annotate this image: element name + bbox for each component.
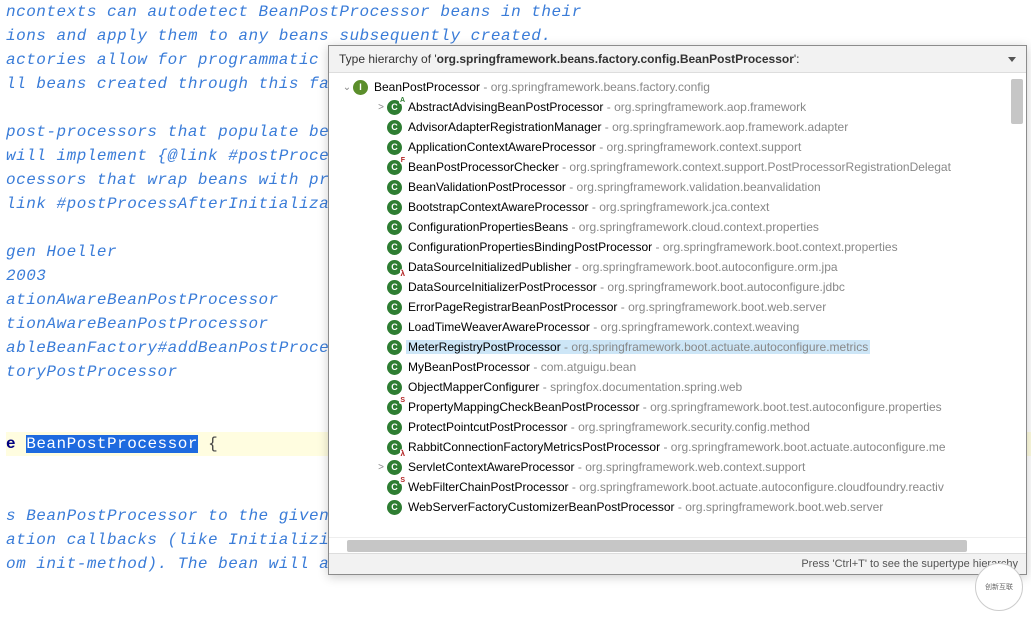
tree-node-label: BeanValidationPostProcessor - org.spring…: [406, 180, 823, 194]
tree-node-label: ObjectMapperConfigurer - springfox.docum…: [406, 380, 744, 394]
class-icon: [387, 400, 402, 415]
tree-item[interactable]: BootstrapContextAwareProcessor - org.spr…: [375, 197, 1026, 217]
tree-node-label: ConfigurationPropertiesBeans - org.sprin…: [406, 220, 821, 234]
class-icon: [387, 160, 402, 175]
class-icon: [387, 180, 402, 195]
expand-arrow-icon[interactable]: ⌄: [341, 82, 353, 93]
class-icon: [387, 480, 402, 495]
tree-node-label: MyBeanPostProcessor - com.atguigu.bean: [406, 360, 638, 374]
tree-node-label: ServletContextAwareProcessor - org.sprin…: [406, 460, 807, 474]
tree-item[interactable]: MeterRegistryPostProcessor - org.springf…: [375, 337, 1026, 357]
horizontal-scrollbar-thumb[interactable]: [347, 540, 967, 552]
tree-node-label: LoadTimeWeaverAwareProcessor - org.sprin…: [406, 320, 801, 334]
tree-item[interactable]: ErrorPageRegistrarBeanPostProcessor - or…: [375, 297, 1026, 317]
tree-item[interactable]: AdvisorAdapterRegistrationManager - org.…: [375, 117, 1026, 137]
tree-node-label: AdvisorAdapterRegistrationManager - org.…: [406, 120, 850, 134]
tree-item[interactable]: DataSourceInitializerPostProcessor - org…: [375, 277, 1026, 297]
vertical-scrollbar-thumb[interactable]: [1011, 79, 1023, 124]
class-icon: [387, 260, 402, 275]
class-icon: [387, 140, 402, 155]
tree-root[interactable]: ⌄ BeanPostProcessor - org.springframewor…: [341, 77, 1026, 97]
class-icon: [387, 360, 402, 375]
code-line: ncontexts can autodetect BeanPostProcess…: [6, 0, 1031, 24]
class-icon: [387, 420, 402, 435]
tree-node-label: DataSourceInitializedPublisher - org.spr…: [406, 260, 840, 274]
tree-node-label: ProtectPointcutPostProcessor - org.sprin…: [406, 420, 812, 434]
popup-menu-icon[interactable]: [1008, 57, 1016, 62]
tree-item[interactable]: > ServletContextAwareProcessor - org.spr…: [375, 457, 1026, 477]
tree-node-label: DataSourceInitializerPostProcessor - org…: [406, 280, 847, 294]
tree-node-label: MeterRegistryPostProcessor - org.springf…: [406, 340, 870, 354]
tree-node-label: BeanPostProcessorChecker - org.springfra…: [406, 160, 953, 174]
tree-node-label: AbstractAdvisingBeanPostProcessor - org.…: [406, 100, 808, 114]
tree-item[interactable]: ConfigurationPropertiesBeans - org.sprin…: [375, 217, 1026, 237]
class-icon: [387, 120, 402, 135]
tree-item[interactable]: WebServerFactoryCustomizerBeanPostProces…: [375, 497, 1026, 517]
expand-arrow-icon[interactable]: >: [375, 102, 387, 113]
horizontal-scrollbar[interactable]: [329, 537, 1026, 553]
class-icon: [387, 340, 402, 355]
vertical-scrollbar[interactable]: [1010, 79, 1024, 535]
watermark-logo: 创新互联: [975, 563, 1023, 611]
tree-node-label: BootstrapContextAwareProcessor - org.spr…: [406, 200, 771, 214]
class-icon: [387, 380, 402, 395]
hierarchy-tree[interactable]: ⌄ BeanPostProcessor - org.springframewor…: [329, 73, 1026, 537]
tree-item[interactable]: DataSourceInitializedPublisher - org.spr…: [375, 257, 1026, 277]
tree-node-label: RabbitConnectionFactoryMetricsPostProces…: [406, 440, 948, 454]
tree-item[interactable]: WebFilterChainPostProcessor - org.spring…: [375, 477, 1026, 497]
class-icon: [387, 440, 402, 455]
expand-arrow-icon[interactable]: >: [375, 462, 387, 473]
class-icon: [387, 280, 402, 295]
popup-header: Type hierarchy of 'org.springframework.b…: [329, 46, 1026, 73]
class-icon: [387, 500, 402, 515]
popup-footer: Press 'Ctrl+T' to see the supertype hier…: [329, 553, 1026, 574]
popup-title: Type hierarchy of 'org.springframework.b…: [339, 52, 800, 66]
tree-item[interactable]: MyBeanPostProcessor - com.atguigu.bean: [375, 357, 1026, 377]
class-icon: [387, 100, 402, 115]
class-icon: [387, 220, 402, 235]
tree-node-label: PropertyMappingCheckBeanPostProcessor - …: [406, 400, 944, 414]
tree-item[interactable]: ObjectMapperConfigurer - springfox.docum…: [375, 377, 1026, 397]
tree-item[interactable]: BeanPostProcessorChecker - org.springfra…: [375, 157, 1026, 177]
tree-item[interactable]: ProtectPointcutPostProcessor - org.sprin…: [375, 417, 1026, 437]
tree-node-label: ApplicationContextAwareProcessor - org.s…: [406, 140, 803, 154]
tree-node-label: WebFilterChainPostProcessor - org.spring…: [406, 480, 946, 494]
class-icon: [387, 460, 402, 475]
class-icon: [387, 240, 402, 255]
tree-item[interactable]: > AbstractAdvisingBeanPostProcessor - or…: [375, 97, 1026, 117]
class-icon: [387, 320, 402, 335]
tree-item[interactable]: ConfigurationPropertiesBindingPostProces…: [375, 237, 1026, 257]
tree-item[interactable]: LoadTimeWeaverAwareProcessor - org.sprin…: [375, 317, 1026, 337]
tree-item[interactable]: ApplicationContextAwareProcessor - org.s…: [375, 137, 1026, 157]
tree-item[interactable]: BeanValidationPostProcessor - org.spring…: [375, 177, 1026, 197]
tree-item[interactable]: RabbitConnectionFactoryMetricsPostProces…: [375, 437, 1026, 457]
tree-node-label: BeanPostProcessor - org.springframework.…: [372, 80, 712, 94]
tree-node-label: ErrorPageRegistrarBeanPostProcessor - or…: [406, 300, 828, 314]
class-icon: [387, 200, 402, 215]
interface-icon: [353, 80, 368, 95]
tree-node-label: WebServerFactoryCustomizerBeanPostProces…: [406, 500, 885, 514]
type-hierarchy-popup: Type hierarchy of 'org.springframework.b…: [328, 45, 1027, 575]
tree-node-label: ConfigurationPropertiesBindingPostProces…: [406, 240, 900, 254]
tree-item[interactable]: PropertyMappingCheckBeanPostProcessor - …: [375, 397, 1026, 417]
class-icon: [387, 300, 402, 315]
